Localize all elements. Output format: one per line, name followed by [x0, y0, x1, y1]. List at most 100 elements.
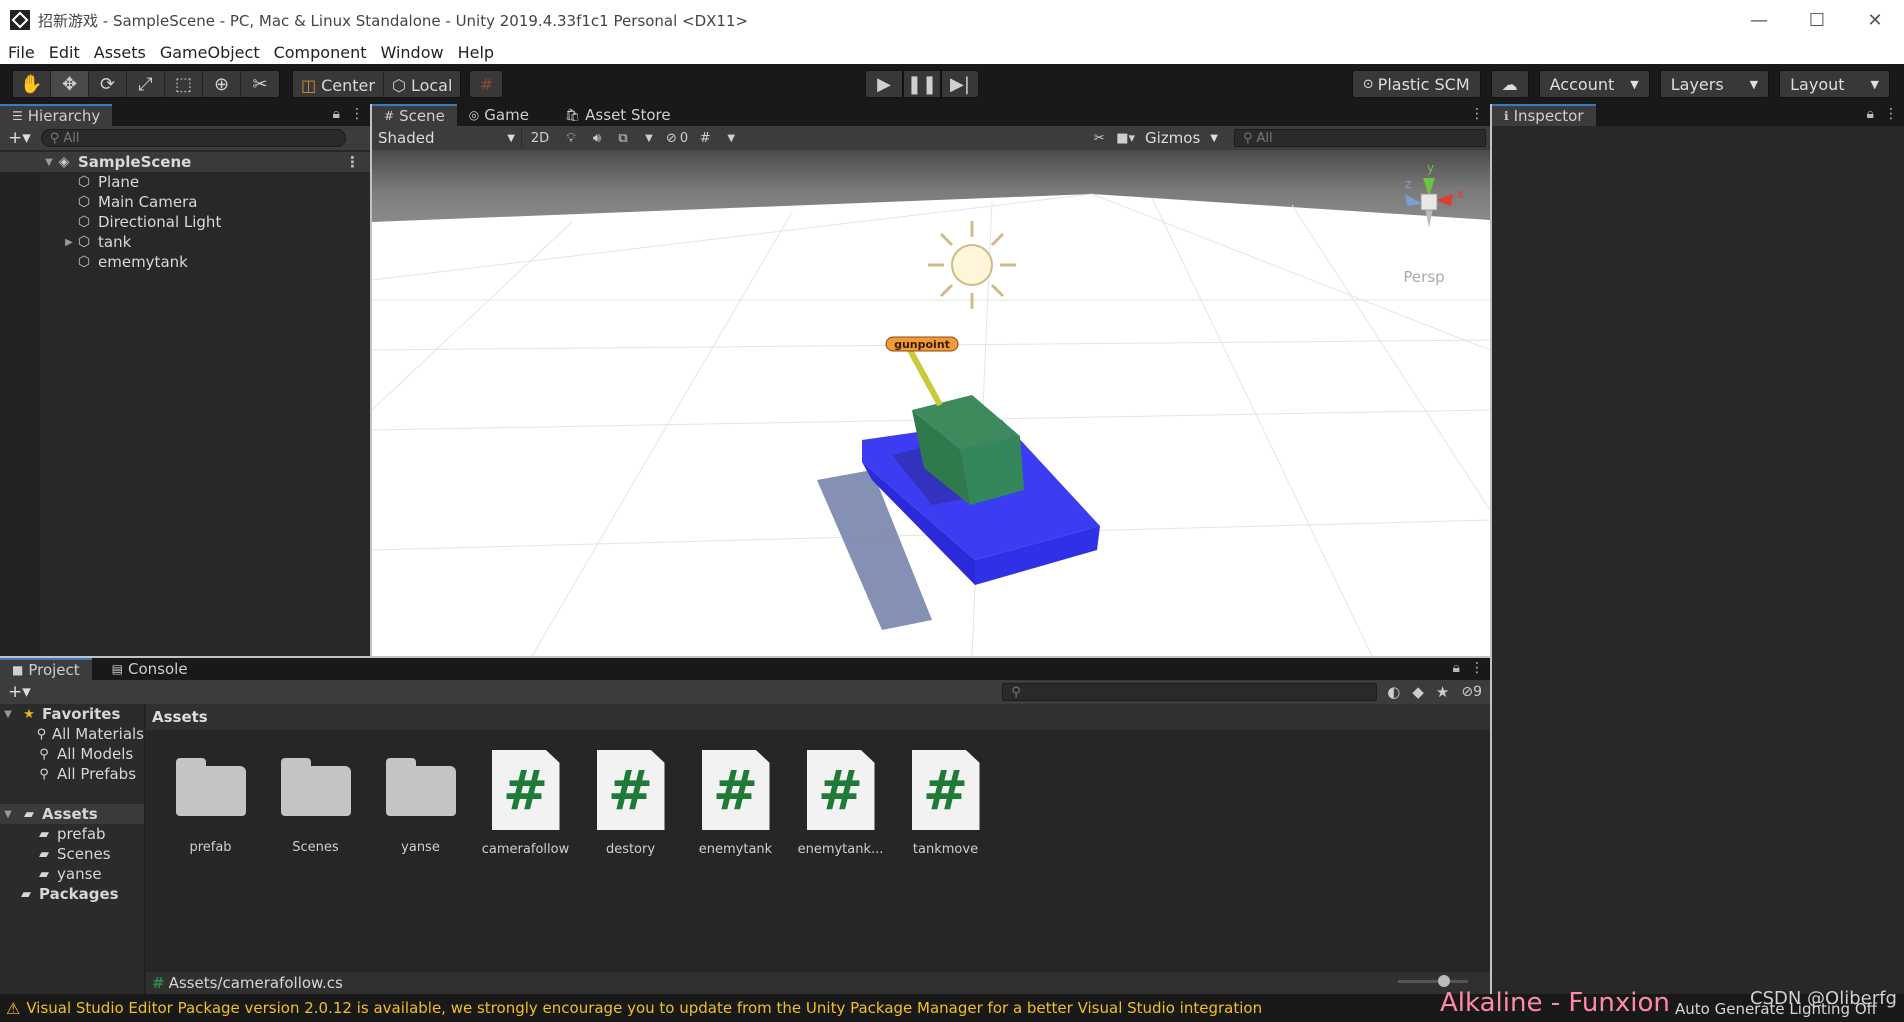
lock-icon[interactable]: 🔒︎ — [1453, 660, 1460, 676]
expand-arrow-icon[interactable]: ▶ — [62, 237, 76, 248]
status-message[interactable]: Visual Studio Editor Package version 2.0… — [26, 999, 1262, 1017]
hand-tool-icon[interactable]: ✋ — [13, 71, 51, 97]
menu-window[interactable]: Window — [380, 43, 443, 62]
minimize-button[interactable]: — — [1730, 0, 1788, 40]
kebab-menu-icon[interactable]: ⋮ — [1884, 106, 1898, 122]
create-plus-icon[interactable]: +▾ — [8, 128, 31, 148]
filter-by-type-icon[interactable]: ◐ — [1387, 683, 1400, 701]
icon-size-slider[interactable] — [1398, 975, 1468, 987]
tab-asset-store[interactable]: 🛍︎ Asset Store — [553, 104, 683, 126]
tab-inspector[interactable]: ℹ Inspector — [1492, 104, 1596, 126]
asset-item-tankmove[interactable]: # tankmove — [903, 750, 988, 857]
assets-folder-prefab[interactable]: ▰ prefab — [0, 824, 144, 844]
menu-edit[interactable]: Edit — [49, 43, 80, 62]
tools-icon[interactable]: ✂ — [1086, 128, 1112, 148]
asset-item-destory[interactable]: # destory — [588, 750, 673, 857]
asset-item-enemytank-2[interactable]: # enemytank... — [798, 750, 883, 857]
tab-console[interactable]: ▤ Console — [100, 658, 200, 680]
move-tool-icon[interactable]: ✥ — [51, 71, 89, 97]
pivot-center-toggle[interactable]: ◫ Center — [293, 71, 383, 97]
close-button[interactable]: ✕ — [1846, 0, 1904, 40]
account-dropdown[interactable]: Account ▼ — [1538, 70, 1650, 98]
kebab-menu-icon[interactable]: ⋮ — [1470, 660, 1484, 676]
menu-file[interactable]: File — [8, 43, 35, 62]
slider-handle[interactable] — [1438, 975, 1450, 987]
scene-row[interactable]: ▼ ◈ SampleScene ⋮ — [0, 152, 370, 172]
asset-item-enemytank[interactable]: # enemytank — [693, 750, 778, 857]
chevron-down-icon[interactable]: ▼ — [636, 128, 662, 148]
create-plus-icon[interactable]: +▾ — [8, 682, 31, 702]
scene-render[interactable]: gunpoint y x z Persp — [372, 150, 1490, 656]
play-icon[interactable]: ▶ — [865, 70, 903, 98]
audio-toggle-icon[interactable]: 🔊︎ — [584, 128, 610, 148]
camera-icon[interactable]: ■▾ — [1112, 128, 1139, 148]
hierarchy-item-plane[interactable]: ⬡ Plane — [0, 172, 370, 192]
space-local-toggle[interactable]: ⬡ Local — [382, 71, 461, 97]
custom-tool-icon[interactable]: ✂ — [241, 71, 279, 97]
expand-arrow-icon[interactable]: ▼ — [42, 157, 56, 168]
menu-assets[interactable]: Assets — [94, 43, 146, 62]
assets-root-row[interactable]: ▼ ▰ Assets — [0, 804, 144, 824]
rotate-tool-icon[interactable]: ⟳ — [89, 71, 127, 97]
tab-project[interactable]: ■ Project — [0, 658, 92, 680]
scene-viewport[interactable]: gunpoint y x z Persp — [372, 150, 1490, 656]
tab-hierarchy[interactable]: ☰ Hierarchy — [0, 104, 113, 126]
layers-dropdown[interactable]: Layers ▼ — [1659, 70, 1770, 98]
favorite-all-models[interactable]: ⚲ All Models — [0, 744, 144, 764]
scene-menu-icon[interactable]: ⋮ — [345, 153, 360, 171]
tab-game[interactable]: ◎ Game — [457, 104, 541, 126]
persp-label[interactable]: Persp — [1403, 268, 1444, 286]
layout-dropdown[interactable]: Layout ▼ — [1779, 70, 1890, 98]
packages-row[interactable]: ▰ Packages — [0, 884, 144, 904]
assets-folder-yanse[interactable]: ▰ yanse — [0, 864, 144, 884]
expand-arrow-icon[interactable]: ▼ — [0, 709, 16, 720]
hierarchy-search-input[interactable]: ⚲ All — [40, 129, 346, 147]
effects-toggle-icon[interactable]: ⧉ — [610, 128, 636, 148]
asset-item-prefab[interactable]: prefab — [168, 750, 253, 857]
favorite-all-prefabs[interactable]: ⚲ All Prefabs — [0, 764, 144, 784]
directional-light-gizmo[interactable] — [928, 221, 1016, 309]
maximize-button[interactable]: ☐ — [1788, 0, 1846, 40]
hidden-packages-toggle[interactable]: ⊘9 — [1461, 684, 1482, 700]
hierarchy-item-tank[interactable]: ▶ ⬡ tank — [0, 232, 370, 252]
cloud-button[interactable]: ☁ — [1490, 70, 1529, 98]
chevron-down-icon[interactable]: ▼ — [718, 128, 744, 148]
lighting-toggle-icon[interactable]: 💡︎ — [558, 128, 584, 148]
menu-gameobject[interactable]: GameObject — [160, 43, 260, 62]
asset-label: tankmove — [912, 842, 979, 857]
scene-search-input[interactable]: ⚲ All — [1234, 129, 1486, 147]
transform-tool-icon[interactable]: ⊕ — [203, 71, 241, 97]
mode-2d-toggle[interactable]: 2D — [522, 128, 558, 148]
shading-mode-dropdown[interactable]: Shaded ▼ — [372, 128, 522, 148]
plastic-scm-button[interactable]: ⊙ Plastic SCM — [1351, 70, 1481, 98]
asset-item-camerafollow[interactable]: # camerafollow — [482, 750, 569, 857]
favorite-star-icon[interactable]: ★ — [1436, 683, 1449, 701]
hierarchy-item-directional-light[interactable]: ⬡ Directional Light — [0, 212, 370, 232]
menu-help[interactable]: Help — [458, 43, 494, 62]
gizmos-dropdown[interactable]: Gizmos ▼ — [1139, 128, 1224, 148]
favorites-row[interactable]: ▼ ★ Favorites — [0, 704, 144, 724]
hidden-objects-toggle[interactable]: ⊘ 0 — [662, 128, 692, 148]
assets-folder-scenes[interactable]: ▰ Scenes — [0, 844, 144, 864]
lock-icon[interactable]: 🔒︎ — [1867, 106, 1874, 122]
lock-icon[interactable]: 🔒︎ — [333, 106, 340, 122]
scale-tool-icon[interactable]: ⤢ — [127, 71, 165, 97]
project-search-input[interactable]: ⚲ — [1002, 683, 1378, 701]
hierarchy-item-ememytank[interactable]: ⬡ ememytank — [0, 252, 370, 272]
asset-item-yanse[interactable]: yanse — [378, 750, 463, 857]
grid-toggle-icon[interactable]: # — [692, 128, 718, 148]
kebab-menu-icon[interactable]: ⋮ — [1470, 106, 1484, 122]
hierarchy-item-main-camera[interactable]: ⬡ Main Camera — [0, 192, 370, 212]
filter-by-label-icon[interactable]: ◆ — [1412, 683, 1424, 701]
menu-component[interactable]: Component — [274, 43, 367, 62]
expand-arrow-icon[interactable]: ▼ — [0, 809, 16, 820]
grid-snap-icon[interactable]: # — [469, 70, 504, 98]
hierarchy-item-label: Plane — [98, 173, 140, 191]
step-icon[interactable]: ▶| — [941, 70, 979, 98]
pause-icon[interactable]: ❚❚ — [903, 70, 941, 98]
kebab-menu-icon[interactable]: ⋮ — [350, 106, 364, 122]
asset-item-scenes[interactable]: Scenes — [273, 750, 358, 857]
rect-tool-icon[interactable]: ⬚ — [165, 71, 203, 97]
tab-scene[interactable]: # Scene — [372, 104, 457, 126]
favorite-all-materials[interactable]: ⚲ All Materials — [0, 724, 144, 744]
